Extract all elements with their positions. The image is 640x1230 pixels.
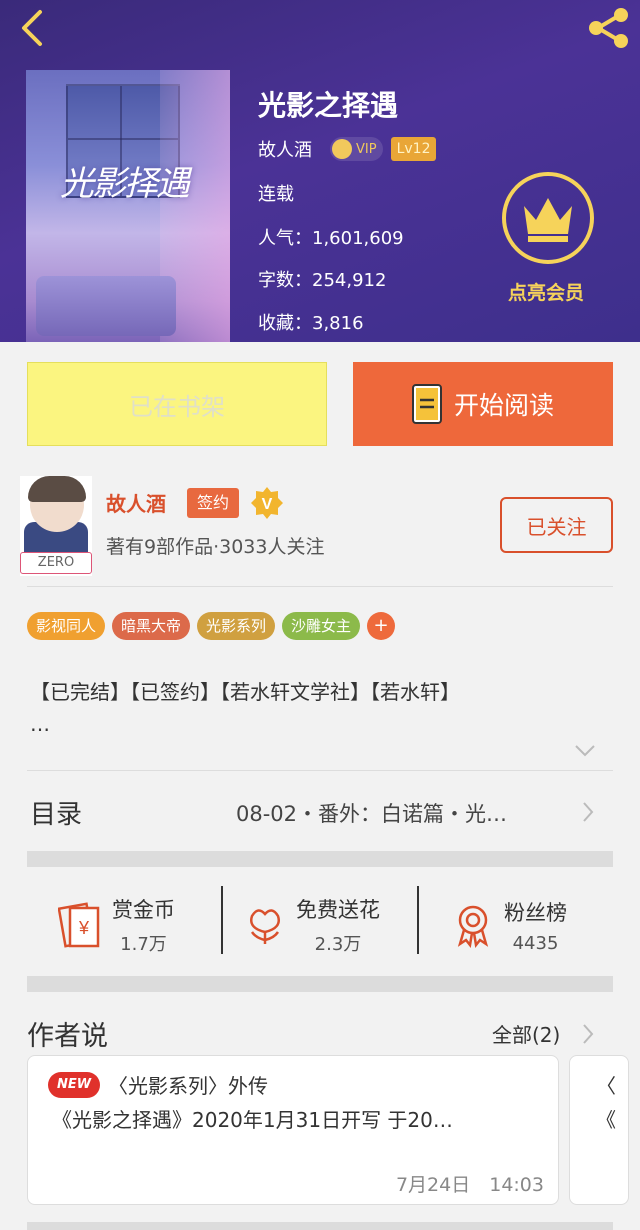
more-tags-button[interactable]: + xyxy=(367,612,396,640)
author-says-card-next[interactable]: 〈 《 xyxy=(569,1055,629,1205)
book-icon xyxy=(411,384,442,424)
serial-status: 连载 xyxy=(258,184,294,205)
svg-text:¥: ¥ xyxy=(78,918,90,938)
author-works-summary: 著有9部作品·3033人关注 xyxy=(106,536,325,558)
section-separator xyxy=(27,1222,613,1230)
new-badge: NEW xyxy=(48,1072,100,1098)
member-label[interactable]: 点亮会员 xyxy=(508,278,584,305)
word-count-stat: 字数：254,912 xyxy=(258,270,387,291)
crown-icon xyxy=(524,198,572,242)
stat-divider xyxy=(221,886,223,954)
reward-coin-button[interactable]: ¥ 赏金币 1.7万 xyxy=(58,890,175,960)
chevron-down-icon[interactable] xyxy=(574,744,596,758)
verified-v-icon: V xyxy=(251,487,283,519)
book-cover[interactable]: 光影择遇 xyxy=(26,70,230,342)
crown-icon xyxy=(332,139,352,159)
divider xyxy=(27,770,613,771)
section-separator xyxy=(27,851,613,867)
fan-ranking-button[interactable]: 粉丝榜 4435 xyxy=(450,890,567,960)
stat-value: 1.7万 xyxy=(120,934,167,955)
avatar-hair-art xyxy=(28,476,86,502)
section-separator xyxy=(27,976,613,992)
vip-badge: VIP xyxy=(330,137,383,161)
author-says-all-link[interactable]: 全部(2) xyxy=(492,1019,560,1048)
chevron-right-icon[interactable] xyxy=(582,1023,594,1045)
tag-item[interactable]: 暗黑大帝 xyxy=(112,612,191,640)
intro-line: … xyxy=(30,712,50,736)
stat-name: 免费送花 xyxy=(296,898,380,922)
red-envelope-icon: ¥ xyxy=(58,902,100,948)
chevron-right-icon xyxy=(583,802,594,822)
author-row: 故人酒 VIP Lv12 xyxy=(258,136,437,162)
on-shelf-button[interactable]: 已在书架 xyxy=(27,362,327,446)
verified-v-label: V xyxy=(262,496,273,513)
author-name[interactable]: 故人酒 xyxy=(258,136,312,162)
member-crown-button[interactable] xyxy=(502,172,594,264)
stat-divider xyxy=(417,886,419,954)
avatar-tag: ZERO xyxy=(20,552,92,574)
peek-text: 《 xyxy=(596,1108,616,1132)
stat-value: 2.3万 xyxy=(314,934,362,955)
book-title: 光影之择遇 xyxy=(258,89,399,122)
author-says-date: 7月24日 14:03 xyxy=(395,1174,544,1196)
latest-chapter: 08-02・番外：白诺篇・光… xyxy=(236,802,508,826)
cover-bed-art xyxy=(36,276,176,336)
chevron-left-icon xyxy=(22,10,42,46)
author-says-excerpt: 《光影之择遇》2020年1月31日开写 于20… xyxy=(52,1108,453,1132)
author-avatar[interactable]: ZERO xyxy=(20,476,92,576)
flower-icon xyxy=(250,909,280,944)
share-button[interactable] xyxy=(584,6,632,50)
start-reading-button[interactable]: 开始阅读 xyxy=(353,362,613,446)
vip-label: VIP xyxy=(356,141,377,157)
send-flower-button[interactable]: 免费送花 2.3万 xyxy=(242,890,380,960)
stat-name: 赏金币 xyxy=(112,898,175,922)
tag-item[interactable]: 影视同人 xyxy=(27,612,106,640)
signed-badge: 签约 xyxy=(187,488,239,518)
card-author-name[interactable]: 故人酒 xyxy=(106,488,166,517)
book-header: 光影择遇 光影之择遇 故人酒 VIP Lv12 连载 人气：1,601,609 … xyxy=(0,0,640,342)
stat-value: 4435 xyxy=(512,932,559,954)
follow-button[interactable]: 已关注 xyxy=(500,497,613,553)
author-says-card[interactable]: NEW 〈光影系列〉外传 《光影之择遇》2020年1月31日开写 于20… 7月… xyxy=(27,1055,559,1205)
tag-list: 影视同人 暗黑大帝 光影系列 沙雕女主 + xyxy=(27,612,402,640)
book-intro[interactable]: 【已完结】【已签约】【若水轩文学社】【若水轩】 … xyxy=(30,676,610,740)
medal-icon xyxy=(457,905,489,948)
share-icon xyxy=(589,8,628,48)
level-badge: Lv12 xyxy=(390,137,437,161)
start-reading-label: 开始阅读 xyxy=(453,391,554,420)
cover-title: 光影择遇 xyxy=(60,164,190,204)
back-button[interactable] xyxy=(14,8,54,48)
peek-text: 〈 xyxy=(596,1074,616,1098)
catalog-label: 目录 xyxy=(30,800,83,830)
favorites-stat: 收藏：3,816 xyxy=(258,313,364,334)
popularity-stat: 人气：1,601,609 xyxy=(258,228,404,249)
author-says-title: 作者说 xyxy=(27,1021,108,1052)
tag-item[interactable]: 沙雕女主 xyxy=(282,612,361,640)
stat-name: 粉丝榜 xyxy=(504,900,567,925)
divider xyxy=(27,586,613,587)
author-says-headline: 〈光影系列〉外传 xyxy=(108,1074,268,1098)
intro-line: 【已完结】【已签约】【若水轩文学社】【若水轩】 xyxy=(30,680,460,704)
tag-item[interactable]: 光影系列 xyxy=(197,612,276,640)
